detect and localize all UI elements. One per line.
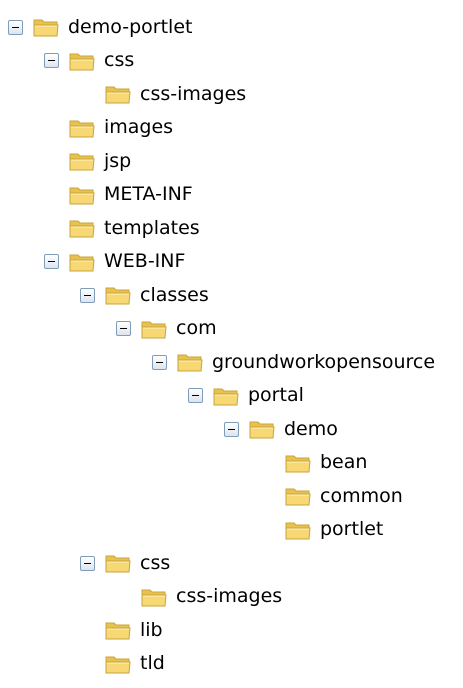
toggle-spacer [80,656,95,671]
folder-icon [285,519,311,541]
toggle-spacer [44,120,59,135]
collapse-toggle-icon[interactable] [152,354,167,370]
tree-node-groundworkopensource[interactable]: groundworkopensource [152,347,435,377]
tree-node-templates[interactable]: templates [44,213,200,243]
folder-icon [177,351,203,373]
toggle-spacer [116,589,131,604]
folder-icon [213,385,239,407]
folder-icon [141,586,167,608]
tree-node-label: templates [104,216,200,239]
tree-node-label: com [176,317,217,339]
folder-icon [69,150,95,172]
tree-node-label: demo-portlet [68,15,193,38]
tree-node-label: bean [320,451,368,473]
tree-node-css[interactable]: css [80,548,170,578]
tree-node-classes[interactable]: classes [80,280,209,310]
tree-node-label: classes [140,283,209,306]
tree-node-label: portlet [320,518,384,540]
collapse-toggle-icon[interactable] [44,254,59,269]
tree-node-portlet[interactable]: portlet [260,515,383,545]
folder-icon [105,83,131,105]
toggle-spacer [260,455,275,470]
tree-node-label: css-images [140,82,247,105]
tree-node-label: images [104,116,174,138]
tree-node-portal[interactable]: portal [188,381,304,411]
collapse-toggle-icon[interactable] [80,555,95,571]
toggle-spacer [80,623,95,638]
tree-node-css-images[interactable]: css-images [80,79,246,109]
tree-node-label: demo [284,417,338,440]
toggle-spacer [44,221,59,236]
collapse-toggle-icon[interactable] [116,321,131,336]
collapse-toggle-icon[interactable] [8,19,23,35]
tree-node-tld[interactable]: tld [80,649,165,679]
folder-icon [285,485,311,507]
tree-node-label: tld [140,652,165,674]
tree-node-web-inf[interactable]: WEB-INF [44,247,185,277]
toggle-spacer [44,187,59,202]
tree-node-label: common [320,484,403,507]
tree-node-common[interactable]: common [260,481,403,511]
tree-node-css[interactable]: css [44,46,134,76]
tree-node-label: WEB-INF [104,250,186,272]
tree-node-demo-portlet[interactable]: demo-portlet [8,12,192,42]
tree-node-images[interactable]: images [44,113,173,143]
tree-node-label: portal [248,384,304,406]
collapse-toggle-icon[interactable] [188,388,203,403]
folder-icon [69,251,95,273]
folder-icon [105,552,131,574]
toggle-spacer [260,522,275,537]
tree-node-label: css-images [176,585,283,607]
collapse-toggle-icon[interactable] [224,421,239,437]
folder-icon [249,418,275,440]
collapse-toggle-icon[interactable] [44,53,59,68]
tree-node-bean[interactable]: bean [260,448,367,478]
folder-icon [141,318,167,340]
toggle-spacer [80,87,95,102]
tree-node-css-images[interactable]: css-images [116,582,282,612]
folder-tree: demo-portlet css css-images images jsp M… [0,0,463,688]
tree-node-label: css [140,551,171,574]
folder-icon [33,16,59,38]
tree-node-label: META-INF [104,183,193,205]
folder-icon [285,452,311,474]
tree-node-lib[interactable]: lib [80,615,163,645]
tree-node-jsp[interactable]: jsp [44,146,131,176]
folder-icon [69,217,95,239]
tree-node-meta-inf[interactable]: META-INF [44,180,193,210]
folder-icon [69,184,95,206]
tree-node-label: jsp [104,149,132,172]
toggle-spacer [260,489,275,504]
tree-node-com[interactable]: com [116,314,217,344]
folder-icon [105,284,131,306]
tree-node-label: css [104,49,135,71]
folder-icon [69,50,95,72]
folder-icon [105,619,131,641]
folder-icon [69,117,95,139]
toggle-spacer [44,154,59,169]
tree-node-label: groundworkopensource [212,350,436,373]
tree-node-label: lib [140,618,163,641]
tree-node-demo[interactable]: demo [224,414,338,444]
collapse-toggle-icon[interactable] [80,287,95,303]
folder-icon [105,653,131,675]
